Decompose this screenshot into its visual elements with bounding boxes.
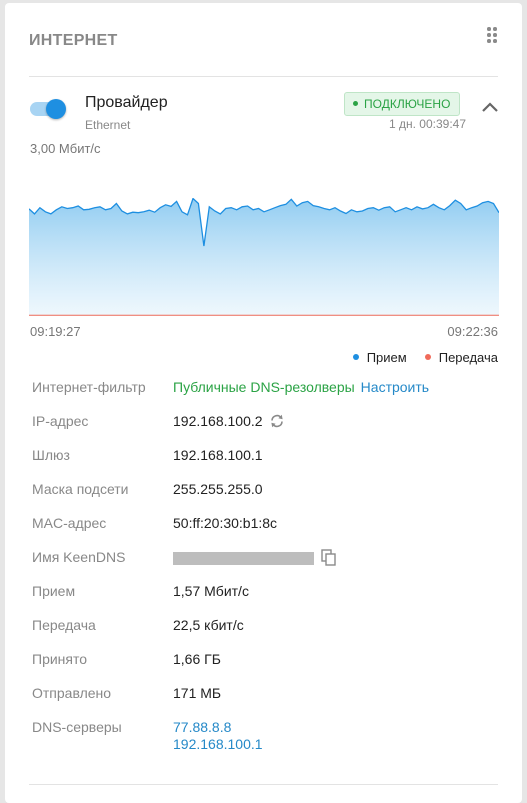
subnet-mask-value: 255.255.255.0 — [173, 481, 263, 497]
drag-handle-icon[interactable] — [487, 27, 499, 45]
row-mac-address: MAC-адрес 50:ff:20:30:b1:8c — [32, 515, 502, 535]
internet-filter-value: Публичные DNS-резолверы Настроить — [173, 379, 429, 395]
dns-server-item[interactable]: 77.88.8.8 — [173, 719, 263, 736]
row-internet-filter: Интернет-фильтр Публичные DNS-резолверы Н… — [32, 379, 502, 399]
row-sent: Отправлено 171 МБ — [32, 685, 502, 705]
chart-legend: Прием Передача — [352, 350, 498, 365]
chart-y-max-label: 3,00 Мбит/с — [30, 141, 101, 156]
chart-x-end: 09:22:36 — [447, 324, 498, 339]
ip-address-value: 192.168.100.2 — [173, 413, 285, 429]
chart-x-start: 09:19:27 — [30, 324, 81, 339]
tx-rate-value: 22,5 кбит/с — [173, 617, 244, 633]
row-ip-address: IP-адрес 192.168.100.2 — [32, 413, 502, 433]
mac-address-value: 50:ff:20:30:b1:8c — [173, 515, 278, 531]
provider-toggle[interactable] — [28, 99, 68, 119]
rx-rate-value: 1,57 Мбит/с — [173, 583, 249, 599]
mac-address-label: MAC-адрес — [32, 515, 107, 531]
ip-address-label: IP-адрес — [32, 413, 89, 429]
internet-filter-label: Интернет-фильтр — [32, 379, 146, 395]
dns-servers-list: 77.88.8.8 192.168.100.1 — [173, 719, 263, 753]
row-rx-rate: Прием 1,57 Мбит/с — [32, 583, 502, 603]
internet-card: ИНТЕРНЕТ Провайдер Ethernet ПОДКЛЮЧЕНО 1… — [5, 3, 522, 803]
chevron-up-icon[interactable] — [480, 100, 500, 114]
provider-type: Ethernet — [85, 118, 131, 132]
rx-rate-label: Прием — [32, 583, 76, 599]
status-badge: ПОДКЛЮЧЕНО — [344, 92, 461, 116]
row-received: Принято 1,66 ГБ — [32, 651, 502, 671]
legend-rx-dot — [352, 354, 359, 360]
uptime: 1 дн. 00:39:47 — [388, 117, 466, 131]
received-value: 1,66 ГБ — [173, 651, 221, 667]
card-title: ИНТЕРНЕТ — [29, 32, 118, 49]
status-text: ПОДКЛЮЧЕНО — [364, 97, 451, 111]
rx-series-area — [29, 198, 499, 316]
keendns-label: Имя KeenDNS — [32, 549, 126, 565]
ip-address-text: 192.168.100.2 — [173, 413, 263, 429]
sent-value: 171 МБ — [173, 685, 222, 701]
copy-icon[interactable] — [321, 549, 337, 567]
provider-name: Провайдер — [85, 94, 168, 111]
gateway-label: Шлюз — [32, 447, 70, 463]
legend-tx: Передача — [424, 350, 498, 365]
received-label: Принято — [32, 651, 88, 667]
sent-label: Отправлено — [32, 685, 112, 701]
refresh-icon[interactable] — [269, 413, 285, 429]
subnet-mask-label: Маска подсети — [32, 481, 129, 497]
dns-servers-label: DNS-серверы — [32, 719, 122, 735]
row-tx-rate: Передача 22,5 кбит/с — [32, 617, 502, 637]
keendns-masked-value — [173, 552, 314, 565]
keendns-value — [173, 549, 337, 567]
status-dot-icon — [353, 101, 358, 106]
row-keendns: Имя KeenDNS — [32, 549, 502, 569]
gateway-value: 192.168.100.1 — [173, 447, 263, 463]
internet-filter-name: Публичные DNS-резолверы — [173, 379, 355, 395]
row-subnet-mask: Маска подсети 255.255.255.0 — [32, 481, 502, 501]
dns-server-item[interactable]: 192.168.100.1 — [173, 736, 263, 753]
legend-tx-label: Передача — [438, 350, 498, 365]
traffic-chart — [29, 198, 499, 316]
legend-rx: Прием — [352, 350, 407, 365]
divider — [29, 76, 498, 77]
legend-tx-dot — [424, 354, 431, 360]
tx-rate-label: Передача — [32, 617, 96, 633]
setup-filter-link[interactable]: Настроить — [361, 379, 429, 395]
row-gateway: Шлюз 192.168.100.1 — [32, 447, 502, 467]
divider — [29, 784, 498, 785]
row-dns-servers: DNS-серверы 77.88.8.8 192.168.100.1 — [32, 719, 502, 759]
legend-rx-label: Прием — [366, 350, 407, 365]
